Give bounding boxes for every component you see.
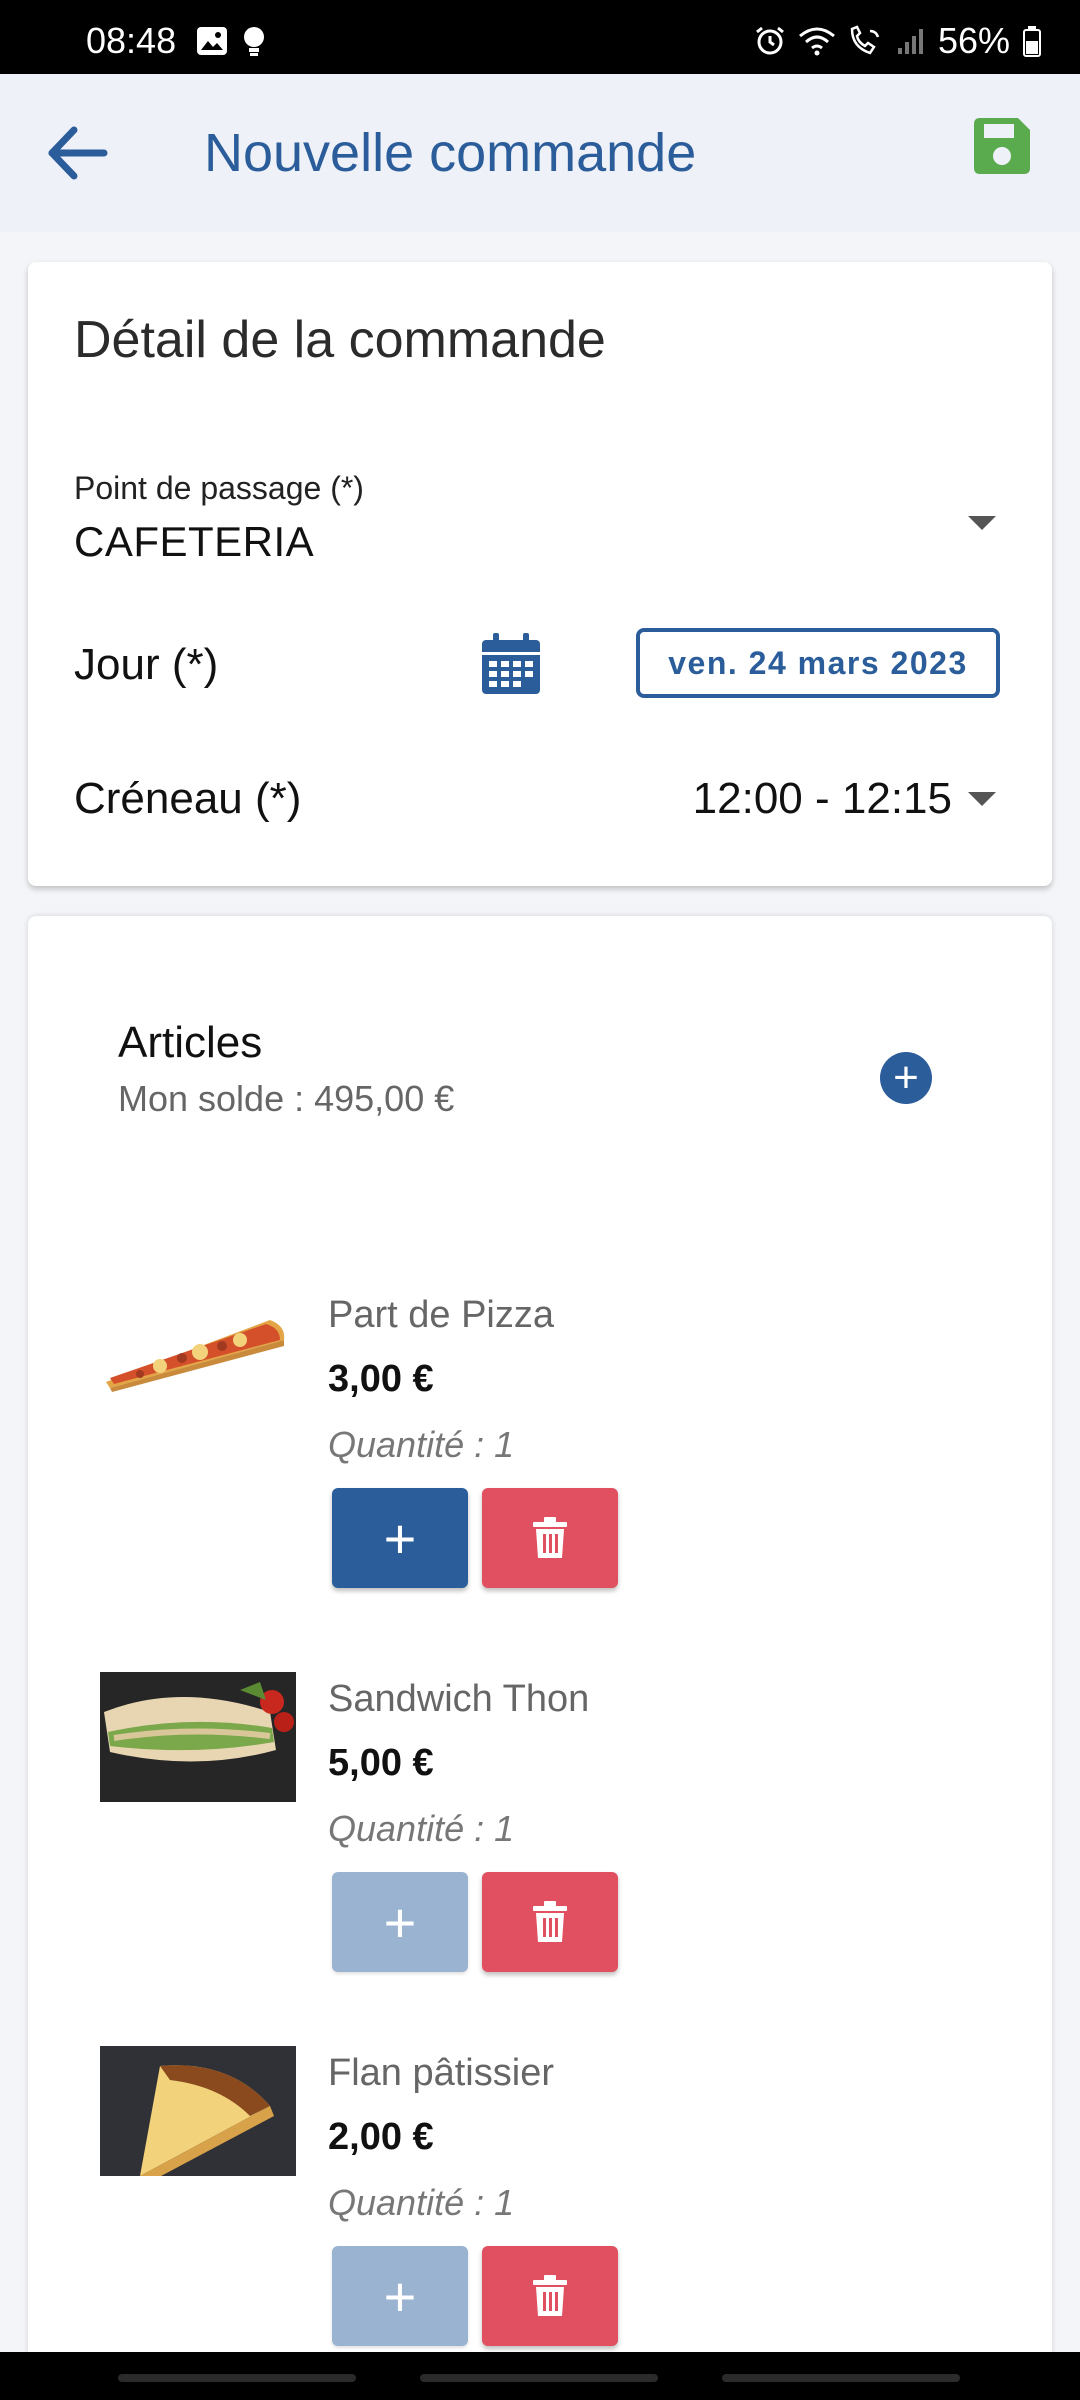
delete-item-button[interactable] [482,1488,618,1588]
calendar-icon [482,633,540,694]
trash-icon [533,1517,567,1558]
item-quantity: Quantité : 1 [328,2182,515,2223]
card-title: Détail de la commande [74,311,606,369]
wifi-call-icon [850,25,880,55]
battery-percent: 56% [937,20,1010,61]
plus-icon: + [383,1890,417,1954]
list-item: Part de Pizza 3,00 € Quantité : 1 + [28,1288,1052,1648]
creneau-label: Créneau (*) [74,774,302,823]
plus-icon: + [893,1053,919,1102]
status-time: 08:48 [86,20,177,61]
alarm-icon [756,26,784,55]
app-bar: Nouvelle commande [0,74,1080,232]
plus-icon: + [383,2264,417,2328]
add-article-button[interactable]: + [880,1052,932,1104]
item-price: 5,00 € [328,1742,434,1784]
item-name: Part de Pizza [328,1294,554,1336]
balance-text: Mon solde : 495,00 € [118,1078,455,1119]
jour-label: Jour (*) [74,640,219,689]
nav-back-button[interactable] [722,2374,960,2382]
item-name: Sandwich Thon [328,1678,590,1720]
battery-icon [1023,26,1041,57]
page-title: Nouvelle commande [204,123,697,183]
list-item: Flan pâtissier 2,00 € Quantité : 1 + [28,2046,1052,2400]
list-item: Sandwich Thon 5,00 € Quantité : 1 + [28,1672,1052,2032]
increase-quantity-button[interactable]: + [332,1872,468,1972]
increase-quantity-button[interactable]: + [332,1488,468,1588]
signal-icon [897,29,923,54]
item-quantity: Quantité : 1 [328,1808,515,1849]
calendar-button[interactable] [480,632,542,696]
order-details-card: Détail de la commande Point de passage (… [28,262,1052,886]
sandwich-image [100,1672,296,1802]
trash-icon [533,1901,567,1942]
item-price: 3,00 € [328,1358,434,1400]
nav-home-button[interactable] [420,2374,658,2382]
status-right: 56% [754,20,1042,62]
item-quantity: Quantité : 1 [328,1424,515,1465]
pizza-image [100,1288,296,1418]
status-bar: 08:48 56% [0,0,1080,74]
creneau-select[interactable]: 12:00 - 12:15 [693,774,952,824]
delete-item-button[interactable] [482,2246,618,2346]
articles-card: Articles Mon solde : 495,00 € + Part de … [28,916,1052,2400]
image-icon [197,27,227,55]
flan-image [100,2046,296,2176]
bulb-icon [244,27,264,56]
arrow-left-icon [48,126,108,180]
status-left-icons [196,26,266,58]
item-name: Flan pâtissier [328,2052,554,2094]
date-picker-button[interactable]: ven. 24 mars 2023 [636,628,1000,698]
save-icon [974,118,1030,174]
delete-item-button[interactable] [482,1872,618,1972]
chevron-down-icon[interactable] [968,792,996,806]
wifi-icon [798,27,835,56]
save-button[interactable] [970,114,1034,178]
navigation-bar [0,2352,1080,2400]
chevron-down-icon[interactable] [968,516,996,530]
trash-icon [533,2275,567,2316]
nav-recents-button[interactable] [118,2374,356,2382]
point-label: Point de passage (*) [74,470,364,506]
increase-quantity-button[interactable]: + [332,2246,468,2346]
plus-icon: + [383,1506,417,1570]
item-price: 2,00 € [328,2116,434,2158]
point-select[interactable]: CAFETERIA [74,518,314,566]
back-button[interactable] [44,120,114,186]
articles-title: Articles [118,1018,263,1067]
